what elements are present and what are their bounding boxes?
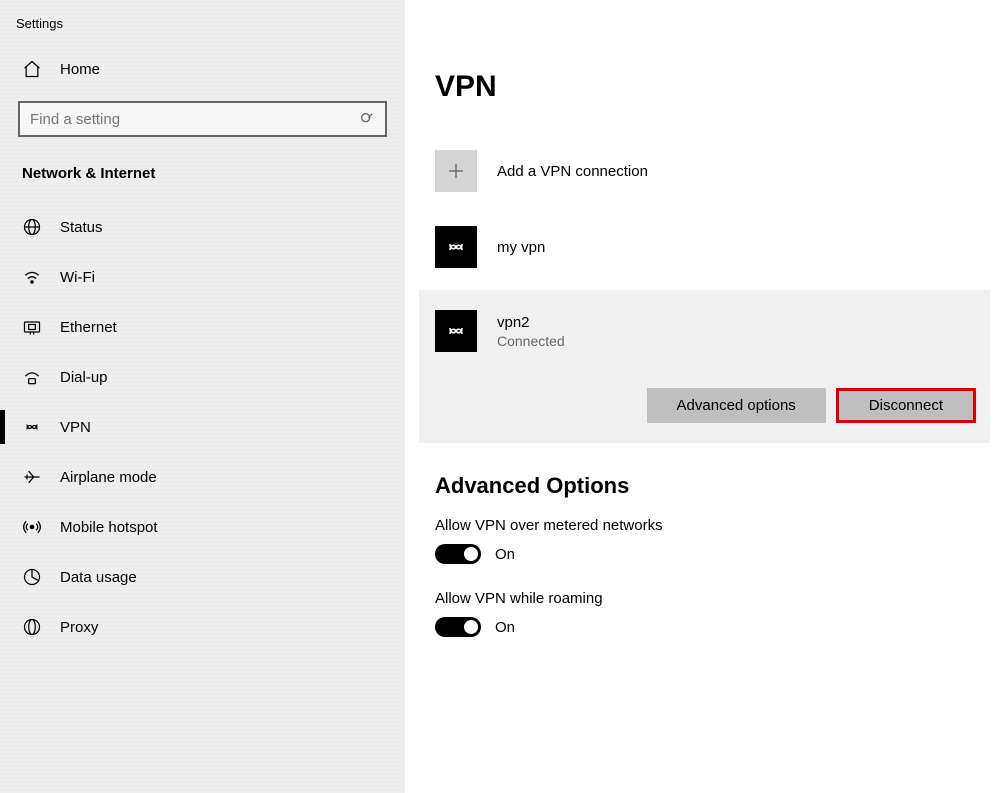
sidebar-item-wifi[interactable]: Wi-Fi <box>0 252 405 302</box>
sidebar-item-datausage[interactable]: Data usage <box>0 552 405 602</box>
sidebar-item-label: Mobile hotspot <box>60 519 158 536</box>
advanced-options-heading: Advanced Options <box>435 473 990 499</box>
hotspot-icon <box>22 517 42 537</box>
datausage-icon <box>22 567 42 587</box>
plus-icon <box>435 150 477 192</box>
ethernet-icon <box>22 317 42 337</box>
sidebar: Settings Home Network & Internet Status … <box>0 0 405 793</box>
main-content: VPN Add a VPN connection my vpn vpn2 Con… <box>405 0 1004 793</box>
search-input[interactable] <box>18 101 387 137</box>
selected-vpn-panel: vpn2 Connected Advanced options Disconne… <box>419 290 990 443</box>
sidebar-item-label: VPN <box>60 419 91 436</box>
home-label: Home <box>60 61 100 78</box>
sidebar-item-label: Proxy <box>60 619 98 636</box>
sidebar-item-status[interactable]: Status <box>0 202 405 252</box>
vpn-icon <box>22 417 42 437</box>
sidebar-item-label: Airplane mode <box>60 469 157 486</box>
advanced-options-button[interactable]: Advanced options <box>647 388 826 423</box>
sidebar-item-hotspot[interactable]: Mobile hotspot <box>0 502 405 552</box>
sidebar-item-label: Status <box>60 219 103 236</box>
dialup-icon <box>22 367 42 387</box>
metered-networks-toggle[interactable] <box>435 544 481 564</box>
add-vpn-tile[interactable]: Add a VPN connection <box>435 138 990 204</box>
sidebar-item-label: Dial-up <box>60 369 108 386</box>
add-vpn-label: Add a VPN connection <box>497 163 648 180</box>
vpn-connection-name: my vpn <box>497 239 545 256</box>
disconnect-button[interactable]: Disconnect <box>836 388 976 423</box>
sidebar-item-airplane[interactable]: Airplane mode <box>0 452 405 502</box>
toggle-state: On <box>495 546 515 563</box>
wifi-icon <box>22 267 42 287</box>
vpn-connection-tile[interactable]: vpn2 Connected <box>425 298 976 364</box>
option-label: Allow VPN while roaming <box>435 590 990 607</box>
home-nav[interactable]: Home <box>0 49 405 89</box>
category-heading: Network & Internet <box>0 155 405 192</box>
vpn-connection-icon <box>435 310 477 352</box>
vpn-connection-status: Connected <box>497 333 565 349</box>
page-title: VPN <box>435 70 990 104</box>
sidebar-item-dialup[interactable]: Dial-up <box>0 352 405 402</box>
globe-icon <box>22 217 42 237</box>
sidebar-item-label: Wi-Fi <box>60 269 95 286</box>
sidebar-item-vpn[interactable]: VPN <box>0 402 405 452</box>
roaming-toggle[interactable] <box>435 617 481 637</box>
sidebar-item-label: Ethernet <box>60 319 117 336</box>
option-label: Allow VPN over metered networks <box>435 517 990 534</box>
vpn-connection-tile[interactable]: my vpn <box>435 214 990 280</box>
vpn-connection-icon <box>435 226 477 268</box>
window-title: Settings <box>0 10 405 49</box>
sidebar-item-proxy[interactable]: Proxy <box>0 602 405 652</box>
proxy-icon <box>22 617 42 637</box>
sidebar-item-label: Data usage <box>60 569 137 586</box>
sidebar-item-ethernet[interactable]: Ethernet <box>0 302 405 352</box>
airplane-icon <box>22 467 42 487</box>
search-icon <box>359 111 375 127</box>
vpn-connection-name: vpn2 <box>497 314 565 331</box>
toggle-state: On <box>495 619 515 636</box>
search-field[interactable] <box>30 111 359 128</box>
home-icon <box>22 59 42 79</box>
